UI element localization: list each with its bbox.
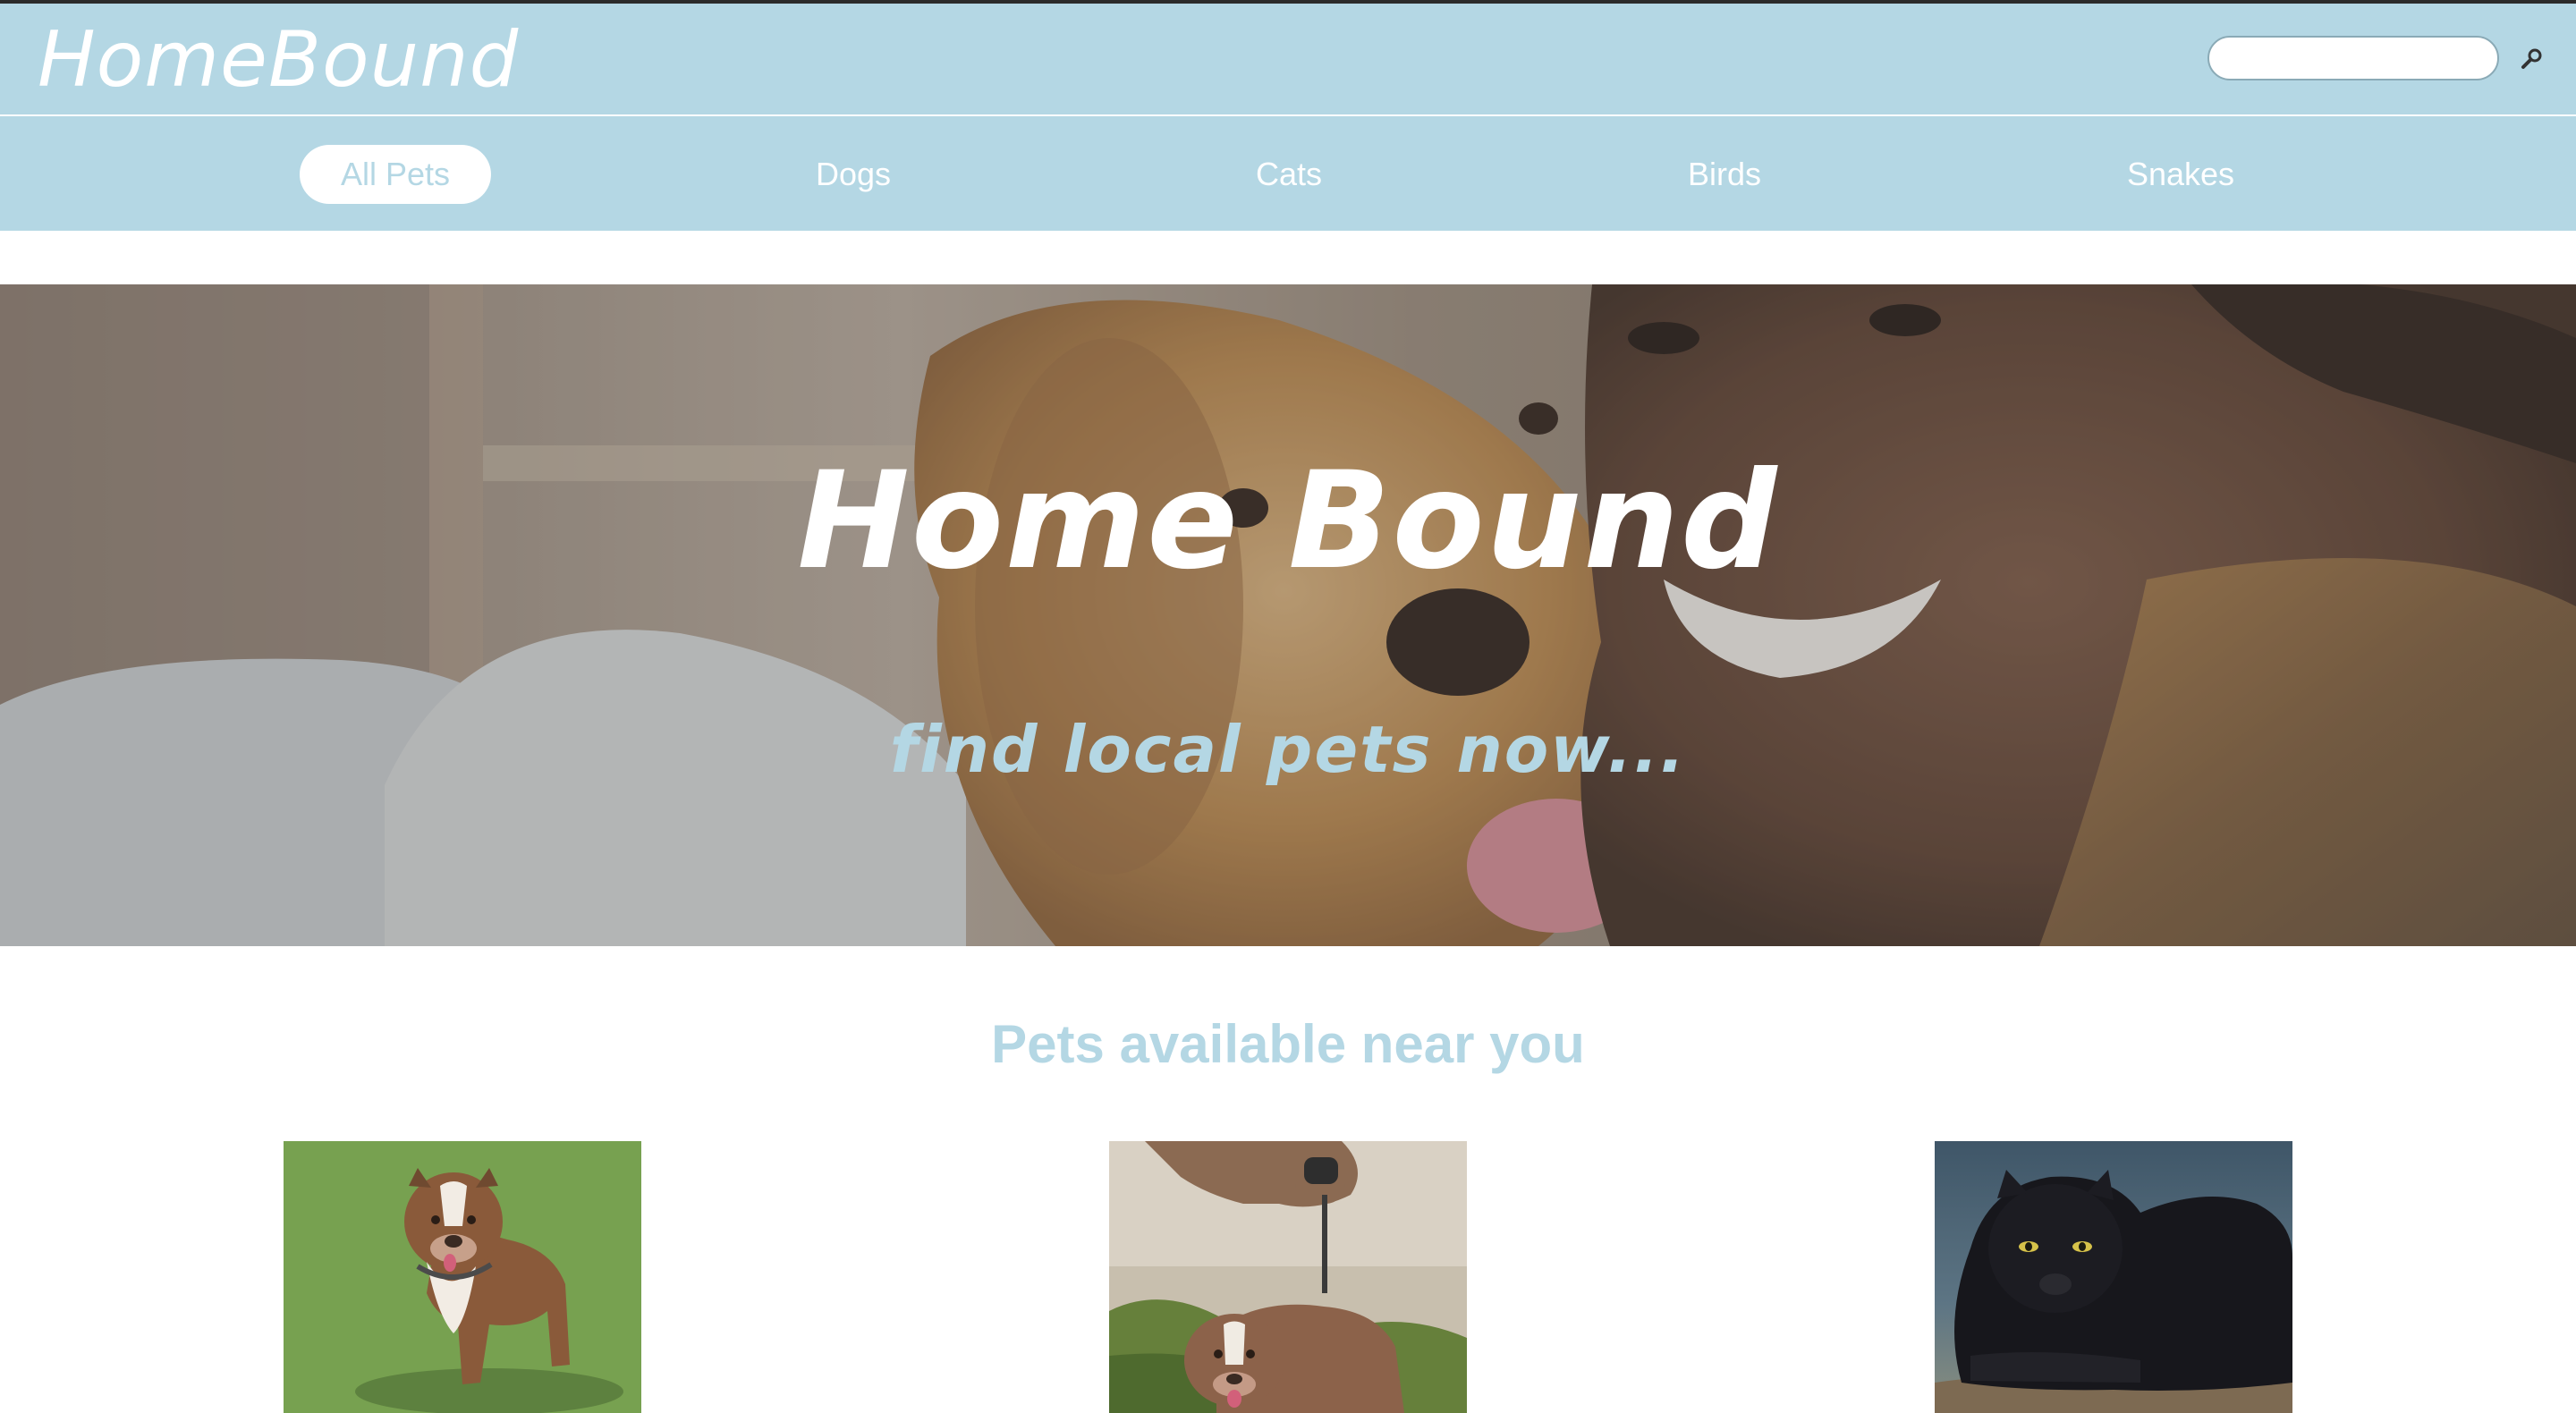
hero-photo-man-with-dog <box>0 284 2576 946</box>
nav-tab-all-pets[interactable]: All Pets <box>299 145 492 204</box>
hero-banner: Home Bound find local pets now... <box>0 284 2576 946</box>
pets-section-title: Pets available near you <box>991 1014 1585 1074</box>
pet-photo-pit-bull <box>284 1141 641 1413</box>
pet-photo-two-dogs-beach <box>1109 1141 1467 1413</box>
nav-tab-birds[interactable]: Birds <box>1647 145 1802 204</box>
search-input[interactable] <box>2207 36 2499 80</box>
nav-tab-snakes[interactable]: Snakes <box>2086 145 2275 204</box>
site-logo[interactable]: HomeBound <box>38 11 519 109</box>
category-nav: All Pets Dogs Cats Birds Snakes <box>0 116 2576 231</box>
pet-card-black-panther[interactable] <box>1935 1141 2292 1413</box>
hero-title: Home Bound <box>797 444 1779 599</box>
pet-card-pit-bull[interactable] <box>284 1141 641 1413</box>
nav-tab-dogs[interactable]: Dogs <box>775 145 932 204</box>
pet-photo-black-panther <box>1935 1141 2292 1413</box>
search-icon[interactable] <box>2521 47 2544 70</box>
pet-card-two-dogs-beach[interactable] <box>1109 1141 1467 1413</box>
nav-tab-cats[interactable]: Cats <box>1215 145 1363 204</box>
site-header: HomeBound <box>0 4 2576 114</box>
hero-subtitle: find local pets now... <box>889 712 1687 787</box>
